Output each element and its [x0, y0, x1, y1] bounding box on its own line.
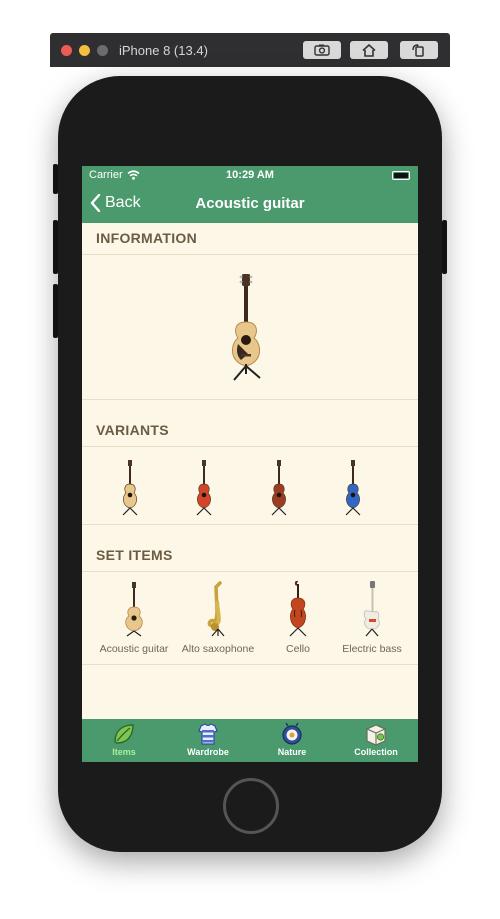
- tab-label: Wardrobe: [187, 747, 229, 757]
- zoom-window-button[interactable]: [97, 45, 108, 56]
- clock-label: 10:29 AM: [226, 169, 274, 181]
- home-toolbar-button[interactable]: [350, 41, 388, 59]
- tab-items[interactable]: Items: [82, 722, 166, 757]
- cello-icon: [289, 580, 307, 637]
- rotate-icon: [412, 43, 424, 57]
- page-title: Acoustic guitar: [195, 195, 305, 212]
- screenshot-button[interactable]: [303, 41, 341, 59]
- information-divider: [82, 399, 418, 400]
- set-item-label: Acoustic guitar: [99, 643, 169, 655]
- rotate-button[interactable]: [400, 41, 438, 59]
- bug-icon: [282, 722, 302, 745]
- battery-icon: [392, 171, 410, 180]
- guitar-variant-icon: [271, 460, 287, 516]
- power-button: [442, 220, 447, 274]
- set-item-acoustic-guitar[interactable]: Acoustic guitar: [92, 581, 176, 655]
- variant-red-sunburst[interactable]: [189, 460, 219, 516]
- mute-switch: [53, 164, 58, 194]
- set-item-electric-bass[interactable]: Electric bass: [330, 581, 414, 655]
- volume-down-button: [53, 284, 58, 338]
- set-items-heading: SET ITEMS: [96, 547, 173, 563]
- tab-bar: Items Wardrobe Nature Collection: [82, 719, 418, 762]
- guitar-variant-icon: [122, 460, 138, 516]
- variants-divider: [82, 524, 418, 525]
- box-icon: [366, 724, 386, 746]
- minimize-window-button[interactable]: [79, 45, 90, 56]
- guitar-variant-icon: [196, 460, 212, 516]
- home-button[interactable]: [223, 778, 279, 834]
- tab-wardrobe[interactable]: Wardrobe: [166, 722, 250, 757]
- home-icon: [362, 43, 376, 57]
- app-screen: Carrier 10:29 AM Back Acoustic guitar IN…: [82, 166, 418, 762]
- shirt-icon: [198, 723, 218, 745]
- set-item-cello[interactable]: Cello: [256, 580, 340, 655]
- leaf-icon: [114, 724, 134, 744]
- variant-natural[interactable]: [115, 460, 145, 516]
- tab-nature[interactable]: Nature: [250, 722, 334, 757]
- alto-saxophone-icon: [207, 581, 225, 637]
- tab-label: Items: [112, 747, 136, 757]
- variant-brown-sunburst[interactable]: [264, 460, 294, 516]
- set-item-label: Electric bass: [342, 643, 402, 655]
- close-window-button[interactable]: [61, 45, 72, 56]
- electric-bass-icon: [363, 581, 380, 637]
- tab-label: Collection: [354, 747, 398, 757]
- set-item-label: Cello: [286, 643, 310, 655]
- variants-section-header: VARIANTS: [82, 415, 418, 447]
- guitar-variant-icon: [345, 460, 361, 516]
- camera-icon: [314, 44, 330, 56]
- set-item-alto-saxophone[interactable]: Alto saxophone: [176, 581, 260, 655]
- information-section-header: INFORMATION: [82, 223, 418, 255]
- variant-blue[interactable]: [338, 460, 368, 516]
- simulator-toolbar: iPhone 8 (13.4): [50, 33, 450, 67]
- navigation-bar: Carrier 10:29 AM Back Acoustic guitar: [82, 166, 418, 223]
- information-heading: INFORMATION: [96, 230, 198, 246]
- set-item-label: Alto saxophone: [181, 643, 255, 655]
- variants-heading: VARIANTS: [96, 422, 169, 438]
- simulator-title: iPhone 8 (13.4): [119, 43, 208, 58]
- volume-up-button: [53, 220, 58, 274]
- set-items-divider: [82, 664, 418, 665]
- set-items-section-header: SET ITEMS: [82, 540, 418, 572]
- acoustic-guitar-icon: [125, 582, 143, 637]
- acoustic-guitar-image: [232, 274, 261, 381]
- tab-collection[interactable]: Collection: [334, 722, 418, 757]
- tab-label: Nature: [277, 747, 307, 757]
